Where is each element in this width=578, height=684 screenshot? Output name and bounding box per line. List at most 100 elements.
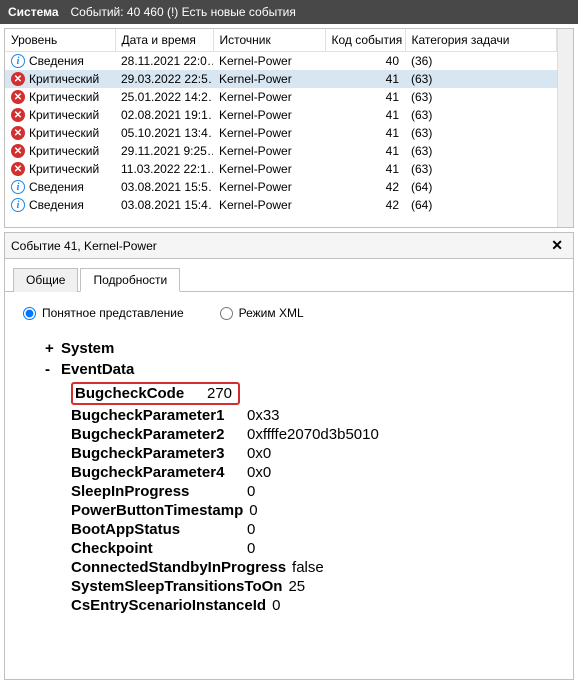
tree-expand-icon[interactable]: +: [45, 340, 61, 357]
cell-source: Kernel-Power: [213, 196, 325, 214]
radio-friendly-input[interactable]: [23, 307, 36, 320]
close-icon[interactable]: ✕: [547, 237, 567, 254]
tree-eventdata[interactable]: - EventData: [45, 361, 555, 378]
cell-task-category: (63): [405, 142, 557, 160]
eventdata-row: ConnectedStandbyInProgress false: [71, 559, 555, 576]
col-task-category[interactable]: Категория задачи: [405, 29, 557, 52]
table-row[interactable]: ✕Критический25.01.2022 14:2…Kernel-Power…: [5, 88, 557, 106]
cell-level: Сведения: [29, 54, 84, 68]
cell-source: Kernel-Power: [213, 124, 325, 142]
cell-level: Критический: [29, 126, 99, 140]
eventdata-key: BugcheckParameter4: [71, 464, 241, 481]
eventdata-val: 0x0: [247, 445, 271, 462]
event-table-pane: Уровень Дата и время Источник Код событи…: [4, 28, 574, 228]
cell-datetime: 02.08.2021 19:1…: [115, 106, 213, 124]
eventdata-val: 270: [207, 385, 232, 402]
cell-level: Критический: [29, 90, 99, 104]
tab-general[interactable]: Общие: [13, 268, 78, 292]
cell-datetime: 03.08.2021 15:4…: [115, 196, 213, 214]
eventdata-key: BootAppStatus: [71, 521, 241, 538]
tree-collapse-icon[interactable]: -: [45, 361, 61, 378]
tree-system[interactable]: + System: [45, 340, 555, 357]
eventdata-key: SystemSleepTransitionsToOn: [71, 578, 282, 595]
table-row[interactable]: ✕Критический29.11.2021 9:25…Kernel-Power…: [5, 142, 557, 160]
col-datetime[interactable]: Дата и время: [115, 29, 213, 52]
cell-level: Сведения: [29, 198, 84, 212]
cell-event-id: 41: [325, 160, 405, 178]
col-level[interactable]: Уровень: [5, 29, 115, 52]
cell-source: Kernel-Power: [213, 70, 325, 88]
table-row[interactable]: iСведения03.08.2021 15:4…Kernel-Power42(…: [5, 196, 557, 214]
eventdata-key: BugcheckCode: [75, 385, 201, 402]
cell-task-category: (63): [405, 160, 557, 178]
critical-icon: ✕: [11, 144, 25, 158]
eventdata-key: Checkpoint: [71, 540, 241, 557]
cell-datetime: 03.08.2021 15:5…: [115, 178, 213, 196]
tab-details[interactable]: Подробности: [80, 268, 180, 292]
radio-friendly-label: Понятное представление: [42, 306, 184, 320]
eventdata-row: BugcheckParameter30x0: [71, 445, 555, 462]
eventdata-val: 0: [247, 521, 255, 538]
cell-event-id: 41: [325, 88, 405, 106]
eventdata-row: BugcheckParameter4 0x0: [71, 464, 555, 481]
eventdata-key: PowerButtonTimestamp: [71, 502, 243, 519]
cell-level: Сведения: [29, 180, 84, 194]
col-event-id[interactable]: Код события: [325, 29, 405, 52]
cell-source: Kernel-Power: [213, 142, 325, 160]
eventdata-val: 0: [249, 502, 257, 519]
cell-datetime: 28.11.2021 22:0…: [115, 52, 213, 70]
event-table-body: iСведения28.11.2021 22:0…Kernel-Power40(…: [5, 52, 557, 214]
eventdata-val: 0x0: [247, 464, 271, 481]
cell-level: Критический: [29, 108, 99, 122]
eventdata-list: BugcheckCode 270 BugcheckParameter10x33 Bug…: [71, 382, 555, 614]
vertical-scrollbar[interactable]: [557, 29, 573, 227]
cell-level: Критический: [29, 144, 99, 158]
detail-tabs: Общие Подробности: [5, 259, 573, 292]
table-row[interactable]: ✕Критический11.03.2022 22:1…Kernel-Power…: [5, 160, 557, 178]
eventdata-row: Checkpoint 0: [71, 540, 555, 557]
radio-xml-label: Режим XML: [239, 306, 304, 320]
eventdata-row: SleepInProgress0: [71, 483, 555, 500]
cell-level: Критический: [29, 72, 99, 86]
cell-source: Kernel-Power: [213, 52, 325, 70]
info-icon: i: [11, 198, 25, 212]
critical-icon: ✕: [11, 108, 25, 122]
eventdata-key: ConnectedStandbyInProgress: [71, 559, 286, 576]
event-table-head: Уровень Дата и время Источник Код событи…: [5, 29, 557, 52]
cell-datetime: 25.01.2022 14:2…: [115, 88, 213, 106]
radio-xml-input[interactable]: [220, 307, 233, 320]
eventdata-val: 25: [288, 578, 305, 595]
cell-task-category: (63): [405, 106, 557, 124]
cell-datetime: 29.03.2022 22:5…: [115, 70, 213, 88]
detail-body: + System - EventData BugcheckCode270Bugc…: [5, 334, 573, 679]
cell-event-id: 40: [325, 52, 405, 70]
eventdata-row: SystemSleepTransitionsToOn 25: [71, 578, 555, 595]
eventdata-key: CsEntryScenarioInstanceId: [71, 597, 266, 614]
radio-friendly[interactable]: Понятное представление: [23, 306, 184, 320]
cell-event-id: 41: [325, 70, 405, 88]
table-row[interactable]: ✕ Критический 05.10.2021 13:4…Kernel-Power…: [5, 124, 557, 142]
eventdata-key: BugcheckParameter2: [71, 426, 241, 443]
table-row[interactable]: ✕Критический29.03.2022 22:5…Kernel-Power…: [5, 70, 557, 88]
eventdata-val: false: [292, 559, 324, 576]
detail-pane: Событие 41, Kernel-Power ✕ Общие Подробн…: [4, 232, 574, 680]
eventdata-row: BugcheckCode 270: [71, 382, 555, 405]
cell-event-id: 41: [325, 142, 405, 160]
cell-task-category: (64): [405, 178, 557, 196]
table-row[interactable]: iСведения03.08.2021 15:5…Kernel-Power42(…: [5, 178, 557, 196]
info-icon: i: [11, 180, 25, 194]
eventdata-val: 0: [247, 540, 255, 557]
table-row[interactable]: iСведения28.11.2021 22:0…Kernel-Power40(…: [5, 52, 557, 70]
critical-icon: ✕: [11, 126, 25, 140]
cell-source: Kernel-Power: [213, 160, 325, 178]
radio-xml[interactable]: Режим XML: [220, 306, 304, 320]
col-source[interactable]: Источник: [213, 29, 325, 52]
detail-title: Событие 41, Kernel-Power: [11, 239, 157, 253]
eventdata-row: BugcheckParameter10x33: [71, 407, 555, 424]
eventdata-row: BootAppStatus 0: [71, 521, 555, 538]
table-row[interactable]: ✕Критический02.08.2021 19:1…Kernel-Power…: [5, 106, 557, 124]
cell-event-id: 42: [325, 196, 405, 214]
cell-datetime: 05.10.2021 13:4…: [115, 124, 213, 142]
header-title: Система: [8, 5, 59, 19]
view-mode-row: Понятное представление Режим XML: [5, 292, 573, 334]
